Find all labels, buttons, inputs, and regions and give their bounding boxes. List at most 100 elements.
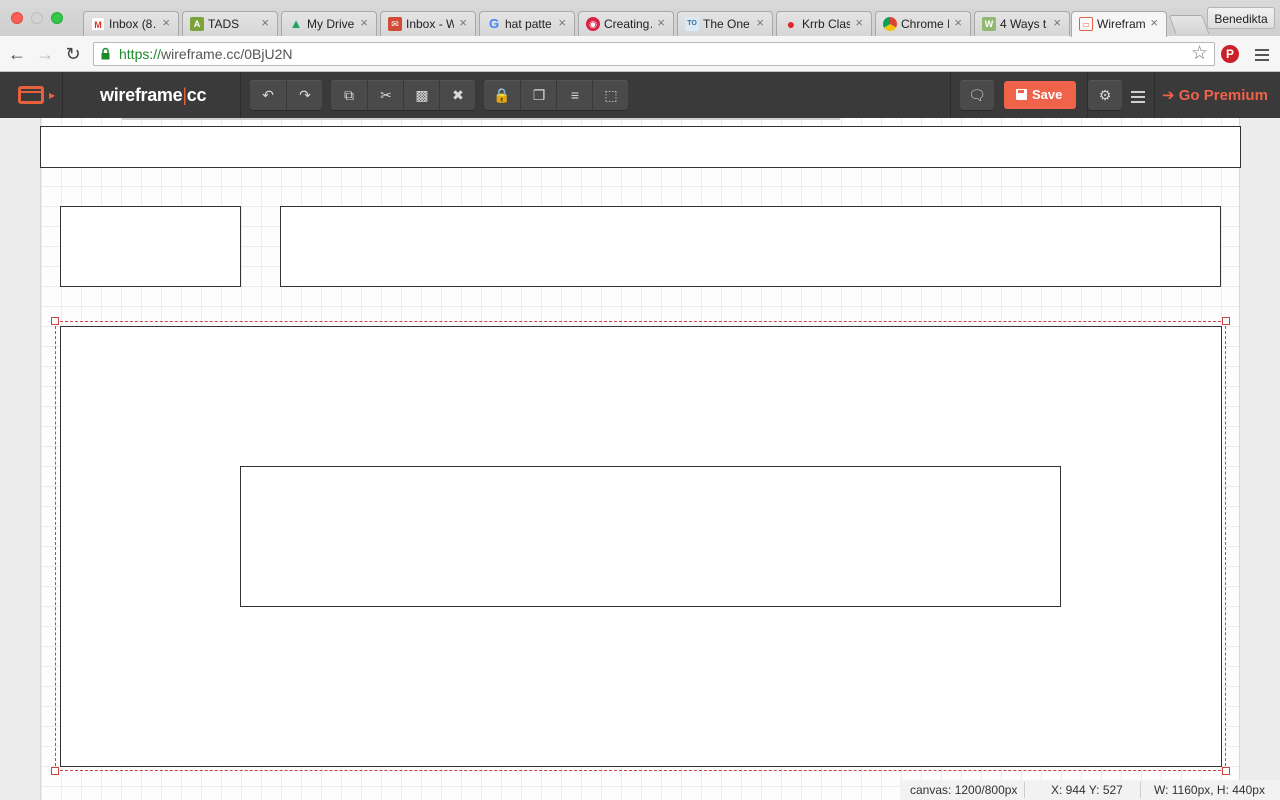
caret-right-icon: ▶ [49, 91, 56, 100]
wireframe-header-box[interactable] [40, 126, 1241, 168]
browser-tab[interactable]: W 4 Ways t… × [974, 11, 1070, 36]
gmail-icon: M [91, 17, 105, 31]
google-icon: G [488, 16, 500, 31]
browser-tab[interactable]: ▲ My Drive × [281, 11, 377, 36]
tab-close-icon[interactable]: × [162, 15, 170, 31]
app-header: ▶ wireframe|cc ↶ ↷ ⧉ ✂ ▩ ✖ 🔒 ❐ ≡ ⬚ 🗨 ⚙ [0, 72, 1280, 118]
browser-tab[interactable]: A TADS × [182, 11, 278, 36]
new-tab-button[interactable] [1168, 15, 1210, 34]
tab-close-icon[interactable]: × [459, 15, 467, 31]
brand-logo: wireframe|cc [100, 85, 206, 106]
tab-label: Wirefram… [1097, 17, 1145, 31]
divider [950, 72, 951, 118]
krrb-icon: ● [786, 16, 796, 32]
maximize-window-button[interactable] [51, 12, 63, 24]
divider [1024, 782, 1025, 798]
edit-tool-group: ⧉ ✂ ▩ ✖ [331, 80, 475, 110]
browser-tab[interactable]: M Inbox (8… × [83, 11, 179, 36]
browser-tab[interactable]: ✉ Inbox - W… × [380, 11, 476, 36]
select-area-icon[interactable]: ⬚ [592, 80, 629, 110]
arrange-tool-group: 🔒 ❐ ≡ ⬚ [484, 80, 628, 110]
brand-text-cc: cc [186, 85, 207, 105]
tab-label: hat patte… [505, 17, 553, 31]
resize-handle-bottom-left[interactable] [51, 767, 59, 775]
delete-x-icon[interactable]: ✖ [439, 80, 476, 110]
wireframe-nav-box[interactable] [280, 206, 1221, 287]
paste-icon[interactable]: ▩ [403, 80, 440, 110]
browser-tab[interactable]: Chrome I… × [875, 11, 971, 36]
align-icon[interactable]: ≡ [556, 80, 593, 110]
status-bar: canvas: 1200/800px X: 944 Y: 527 W: 1160… [900, 780, 1280, 800]
redo-icon[interactable]: ↷ [286, 80, 323, 110]
hamburger-menu-icon[interactable] [1131, 88, 1145, 106]
browser-tab[interactable]: ● Krrb Clas… × [776, 11, 872, 36]
resize-handle-bottom-right[interactable] [1222, 767, 1230, 775]
tab-close-icon[interactable]: × [657, 15, 665, 31]
tab-close-icon[interactable]: × [558, 15, 566, 31]
app-menu-icon[interactable] [18, 86, 44, 104]
url-text: https://wireframe.cc/0BjU2N [119, 46, 293, 62]
tads-icon: A [190, 17, 204, 31]
tab-label: My Drive [307, 17, 355, 31]
browser-toolbar: ← → ↻ https://wireframe.cc/0BjU2N ☆ [0, 36, 1280, 72]
canvas-top-edge [122, 118, 840, 120]
brand-text: wireframe [100, 85, 183, 105]
wireframe-logo-box[interactable] [60, 206, 241, 287]
chrome-menu-icon[interactable] [1255, 46, 1269, 64]
canvas-size-readout: canvas: 1200/800px [910, 783, 1018, 797]
divider [1140, 782, 1141, 798]
inbox-icon: ✉ [388, 17, 402, 31]
forward-arrow-icon[interactable]: → [35, 44, 55, 64]
browser-tab-active[interactable]: ▭ Wirefram… × [1071, 11, 1167, 37]
tab-label: The One… [703, 17, 751, 31]
divider [240, 72, 241, 118]
tab-label: Krrb Clas… [802, 17, 850, 31]
selection-outline [55, 321, 1226, 771]
tab-close-icon[interactable]: × [855, 15, 863, 31]
divider [62, 72, 63, 118]
tab-label: Inbox - W… [406, 17, 454, 31]
floppy-disk-icon [1016, 89, 1027, 100]
lock-element-icon[interactable]: 🔒 [484, 80, 520, 110]
tab-label: Chrome I… [901, 17, 949, 31]
save-button[interactable]: Save [1004, 81, 1076, 109]
tab-close-icon[interactable]: × [360, 15, 368, 31]
reload-icon[interactable]: ↻ [63, 44, 83, 64]
browser-tab[interactable]: ◉ Creating… × [578, 11, 674, 36]
wikihow-icon: W [982, 17, 996, 31]
tab-label: Inbox (8… [109, 17, 157, 31]
lock-icon [101, 47, 110, 60]
tab-close-icon[interactable]: × [756, 15, 764, 31]
minimize-window-button[interactable] [31, 12, 43, 24]
browser-tab[interactable]: TO The One… × [677, 11, 773, 36]
resize-handle-top-left[interactable] [51, 317, 59, 325]
undo-icon[interactable]: ↶ [250, 80, 286, 110]
resize-handle-top-right[interactable] [1222, 317, 1230, 325]
address-bar[interactable]: https://wireframe.cc/0BjU2N ☆ [93, 42, 1215, 66]
close-window-button[interactable] [11, 12, 23, 24]
tab-close-icon[interactable]: × [1150, 15, 1158, 31]
bring-to-front-icon[interactable]: ❐ [520, 80, 557, 110]
theone-icon: TO [685, 17, 699, 31]
browser-tab[interactable]: G hat patte… × [479, 11, 575, 36]
creating-icon: ◉ [586, 17, 600, 31]
profile-button[interactable]: Benedikta [1207, 7, 1275, 29]
chrome-icon [883, 17, 897, 31]
back-arrow-icon[interactable]: ← [7, 44, 27, 64]
tab-close-icon[interactable]: × [1053, 15, 1061, 31]
selection-size-readout: W: 1160px, H: 440px [1154, 783, 1265, 797]
pinterest-icon[interactable]: P [1221, 45, 1239, 63]
go-premium-link[interactable]: ➔ Go Premium [1162, 86, 1268, 104]
bookmark-star-icon[interactable]: ☆ [1191, 43, 1208, 65]
comment-bubble-icon[interactable]: 🗨 [960, 80, 994, 110]
tab-close-icon[interactable]: × [261, 15, 269, 31]
go-premium-label: Go Premium [1178, 87, 1268, 104]
cut-scissors-icon[interactable]: ✂ [367, 80, 404, 110]
arrow-right-icon: ➔ [1162, 87, 1175, 104]
divider [1154, 72, 1155, 118]
settings-tool-group: ⚙ [1088, 80, 1122, 110]
copy-icon[interactable]: ⧉ [331, 80, 367, 110]
save-label: Save [1032, 87, 1063, 102]
tab-close-icon[interactable]: × [954, 15, 962, 31]
settings-gears-icon[interactable]: ⚙ [1088, 80, 1122, 110]
